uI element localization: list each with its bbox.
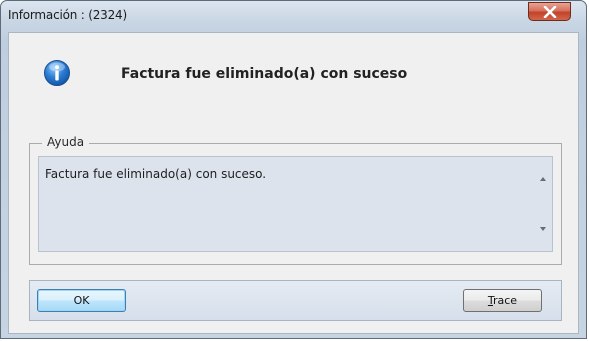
- message-headline: Factura fue eliminado(a) con suceso: [121, 66, 408, 82]
- help-text: Factura fue eliminado(a) con suceso.: [45, 167, 267, 181]
- title-bar[interactable]: Información : (2324): [1, 1, 586, 32]
- window-title: Información : (2324): [8, 8, 127, 22]
- trace-button-label: race: [493, 294, 518, 307]
- help-text-box[interactable]: Factura fue eliminado(a) con suceso.: [38, 156, 553, 252]
- close-button[interactable]: [528, 2, 571, 21]
- info-dialog-window: Información : (2324) Factura fue elimina…: [0, 0, 587, 339]
- ok-button[interactable]: OK: [37, 289, 126, 312]
- trace-button[interactable]: Trace: [463, 289, 542, 312]
- info-icon: [44, 60, 70, 86]
- ok-button-label: OK: [73, 294, 90, 307]
- scroll-down-arrow-icon[interactable]: [537, 223, 549, 235]
- scroll-up-arrow-icon[interactable]: [537, 173, 549, 185]
- help-legend: Ayuda: [42, 135, 90, 149]
- help-group: Ayuda Factura fue eliminado(a) con suces…: [29, 135, 562, 265]
- close-x-icon: [543, 6, 557, 18]
- dialog-content: Factura fue eliminado(a) con suceso Ayud…: [8, 32, 579, 334]
- button-bar: OK Trace: [29, 280, 562, 321]
